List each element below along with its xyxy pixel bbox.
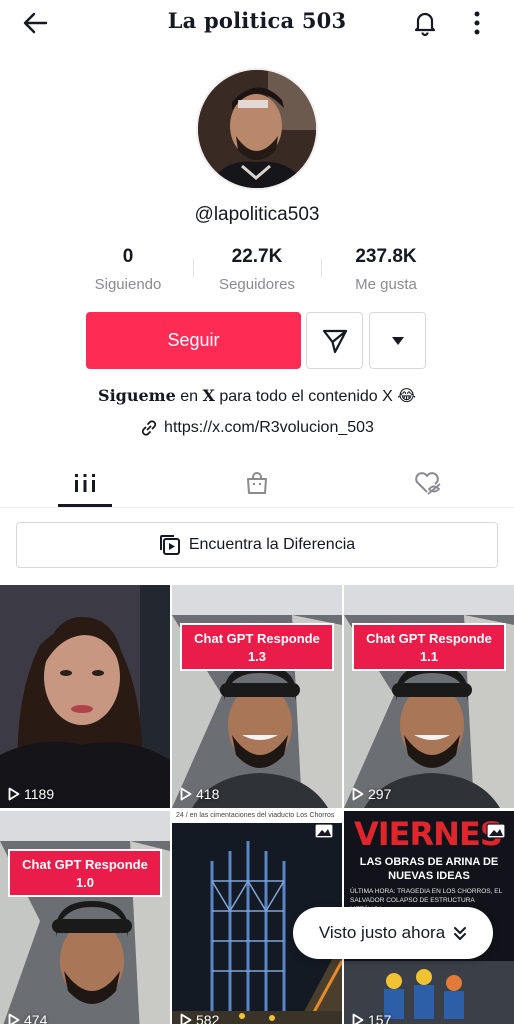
stat-followers-value: 22.7K xyxy=(231,246,283,267)
video-caption: 24 / en las cimentaciones del viaducto L… xyxy=(176,812,335,819)
profile-link-text[interactable]: https://x.com/R3volucion_503 xyxy=(164,419,374,437)
video-banner: Chat GPT Responde 1.0 xyxy=(8,849,162,897)
view-count: 297 xyxy=(352,786,391,802)
heart-hidden-icon xyxy=(415,472,441,495)
playlist-label: Encuentra la Diferencia xyxy=(188,536,356,553)
send-message-button[interactable] xyxy=(306,312,363,369)
shopping-bag-icon xyxy=(247,472,267,494)
bio-bold-sigueme: Sigueme xyxy=(98,386,176,405)
video-thumbnail xyxy=(172,585,342,808)
playlist-button[interactable]: Encuentra la Diferencia xyxy=(16,522,498,568)
link-icon xyxy=(141,420,157,436)
play-icon xyxy=(352,787,364,801)
view-count-value: 418 xyxy=(196,786,220,802)
view-count-value: 582 xyxy=(196,1012,220,1024)
banner-title: Chat GPT Responde xyxy=(22,857,148,872)
stat-likes[interactable]: 237.8K Me gusta xyxy=(316,246,456,293)
video-thumbnail xyxy=(0,811,170,1024)
play-icon xyxy=(180,1013,192,1024)
tab-shop[interactable] xyxy=(227,458,287,508)
bio-text: para todo el contenido X 😂 xyxy=(214,388,416,405)
view-count-value: 297 xyxy=(368,786,392,802)
view-count-value: 157 xyxy=(368,1012,392,1024)
video-tile[interactable]: Chat GPT Responde 1.0 474 xyxy=(0,811,170,1024)
video-thumbnail xyxy=(344,585,514,808)
banner-title: Chat GPT Responde xyxy=(194,631,320,646)
stat-likes-value: 237.8K xyxy=(355,246,417,267)
video-banner: Chat GPT Responde 1.1 xyxy=(352,623,506,671)
view-count-value: 474 xyxy=(24,1012,48,1024)
view-count: 418 xyxy=(180,786,219,802)
view-count: 1189 xyxy=(8,786,54,802)
video-banner: Chat GPT Responde 1.3 xyxy=(180,623,334,671)
banner-sub: 1.3 xyxy=(247,649,267,664)
more-options-button[interactable] xyxy=(462,6,492,40)
bio-bold-x: X xyxy=(202,386,215,405)
play-icon xyxy=(352,1013,364,1024)
photo-mode-icon xyxy=(486,823,506,839)
view-count: 474 xyxy=(8,1012,47,1024)
username: @lapolitica503 xyxy=(194,204,320,225)
caret-down-icon xyxy=(391,336,404,345)
view-count-value: 1189 xyxy=(24,786,55,802)
photo-mode-icon xyxy=(314,823,334,839)
stat-followers-label: Seguidores xyxy=(219,276,295,293)
bio: Sigueme en X para todo el contenido X 😂 xyxy=(0,386,514,406)
bell-icon xyxy=(414,12,436,36)
more-vertical-icon xyxy=(474,11,480,35)
stat-followers[interactable]: 22.7K Seguidores xyxy=(187,246,327,293)
video-thumbnail xyxy=(0,585,170,808)
tab-liked-private[interactable] xyxy=(398,458,458,508)
stat-following-label: Siguiendo xyxy=(94,276,162,293)
active-tab-indicator xyxy=(58,504,112,507)
news-subheadline: LAS OBRAS DE ARINA DE NUEVAS IDEAS xyxy=(359,856,499,882)
paper-plane-icon xyxy=(322,329,347,353)
suggested-accounts-button[interactable] xyxy=(369,312,426,369)
banner-title: Chat GPT Responde xyxy=(366,631,492,646)
top-bar: La politica 503 xyxy=(0,0,514,44)
avatar[interactable] xyxy=(196,68,318,190)
bio-text: en xyxy=(175,388,203,405)
play-icon xyxy=(180,787,192,801)
play-icon xyxy=(8,787,20,801)
video-tile[interactable]: Chat GPT Responde 1.3 418 xyxy=(172,585,342,808)
video-tile[interactable]: 1189 xyxy=(0,585,170,808)
playlist-icon xyxy=(159,535,180,555)
double-chevron-down-icon xyxy=(454,927,467,940)
profile-tabs xyxy=(0,458,514,508)
view-count: 582 xyxy=(180,1012,219,1024)
video-tile[interactable]: Chat GPT Responde 1.1 297 xyxy=(344,585,514,808)
stat-following[interactable]: 0 Siguiendo xyxy=(58,246,198,293)
notifications-button[interactable] xyxy=(408,6,442,40)
seen-just-now-toast[interactable]: Visto justo ahora xyxy=(293,907,493,959)
play-icon xyxy=(8,1013,20,1024)
tab-videos[interactable] xyxy=(55,458,115,508)
view-count: 157 xyxy=(352,1012,391,1024)
avatar-image xyxy=(198,70,316,188)
follow-button[interactable]: Seguir xyxy=(86,312,301,369)
banner-sub: 1.1 xyxy=(419,649,439,664)
profile-link[interactable]: https://x.com/R3volucion_503 xyxy=(0,419,514,437)
video-grid-icon xyxy=(75,474,95,492)
stat-likes-label: Me gusta xyxy=(355,276,417,293)
banner-sub: 1.0 xyxy=(75,875,95,890)
toast-label: Visto justo ahora xyxy=(318,923,446,942)
stat-following-value: 0 xyxy=(122,246,134,267)
